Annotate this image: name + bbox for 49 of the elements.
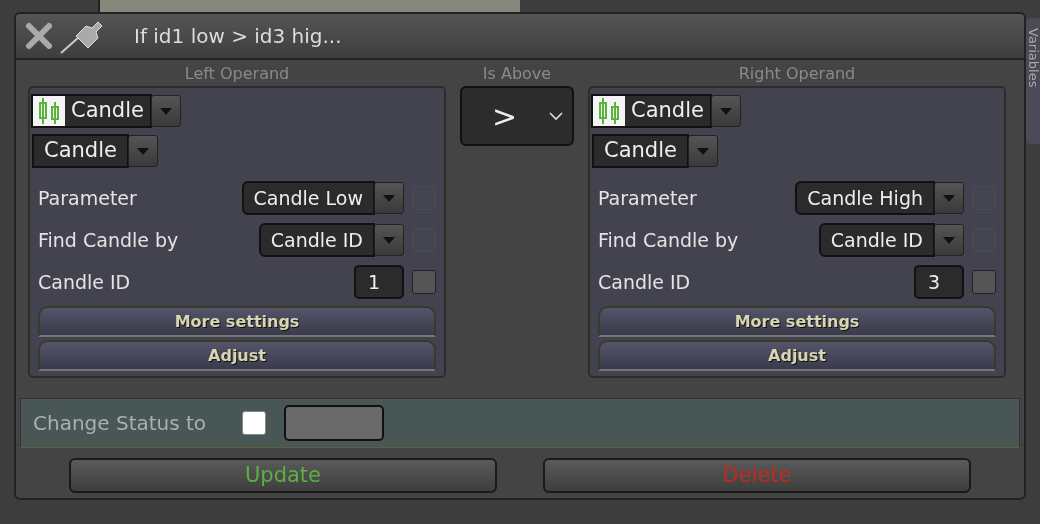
dropdown-button[interactable] <box>687 135 718 167</box>
candlestick-icon <box>593 96 625 126</box>
candlestick-icon <box>33 96 65 126</box>
caret-icon <box>719 107 732 115</box>
caret-icon <box>943 194 955 202</box>
field-label: Parameter <box>598 185 697 211</box>
settings-button[interactable]: More settings <box>598 306 996 337</box>
dropdown-button[interactable] <box>127 135 158 167</box>
parameter-dropdown[interactable]: Candle Low <box>241 181 375 215</box>
parameter-dropdown[interactable]: Candle High <box>795 181 935 215</box>
dropdown-button[interactable] <box>150 95 181 127</box>
field-label: Candle ID <box>38 269 131 295</box>
dropdown-button[interactable] <box>934 182 964 214</box>
caret-icon <box>159 107 172 115</box>
checkbox[interactable] <box>242 411 267 435</box>
number-field[interactable]: 1 <box>354 265 404 299</box>
parameter-dropdown[interactable]: Candle ID <box>258 223 375 257</box>
dropdown-button[interactable] <box>710 95 741 127</box>
field-label: Candle ID <box>598 269 691 295</box>
field-label: Find Candle by <box>38 227 179 253</box>
settings-button[interactable]: Adjust <box>38 340 436 371</box>
status-label: Change Status to <box>33 410 207 437</box>
checkbox[interactable] <box>412 270 436 294</box>
number-field[interactable]: 3 <box>914 265 964 299</box>
parameter-dropdown[interactable]: Candle ID <box>818 223 935 257</box>
checkbox[interactable] <box>972 270 996 294</box>
field-label: Find Candle by <box>598 227 739 253</box>
settings-button[interactable]: Adjust <box>598 340 996 371</box>
dropdown-button[interactable] <box>374 224 404 256</box>
source-dropdown[interactable]: Candle <box>31 94 152 128</box>
section-header: Is Above <box>481 64 553 85</box>
caret-icon <box>696 147 709 155</box>
section-header: Right Operand <box>737 64 857 85</box>
caret-icon <box>383 194 395 202</box>
caret-icon <box>943 236 955 244</box>
operator-dropdown[interactable]: > <box>460 86 574 146</box>
window-title: If id1 low > id3 hig... <box>134 23 342 50</box>
dropdown-button[interactable] <box>934 224 964 256</box>
caret-icon <box>383 236 395 244</box>
caret-icon <box>136 147 149 155</box>
type-dropdown[interactable]: Candle <box>32 134 129 168</box>
dropdown-button[interactable] <box>374 182 404 214</box>
field-label: Parameter <box>38 185 137 211</box>
section-header: Left Operand <box>183 64 291 85</box>
status-value-field[interactable] <box>284 405 385 441</box>
chevron-down-icon <box>548 111 564 121</box>
type-dropdown[interactable]: Candle <box>592 134 689 168</box>
source-dropdown[interactable]: Candle <box>591 94 712 128</box>
settings-button[interactable]: More settings <box>38 306 436 337</box>
